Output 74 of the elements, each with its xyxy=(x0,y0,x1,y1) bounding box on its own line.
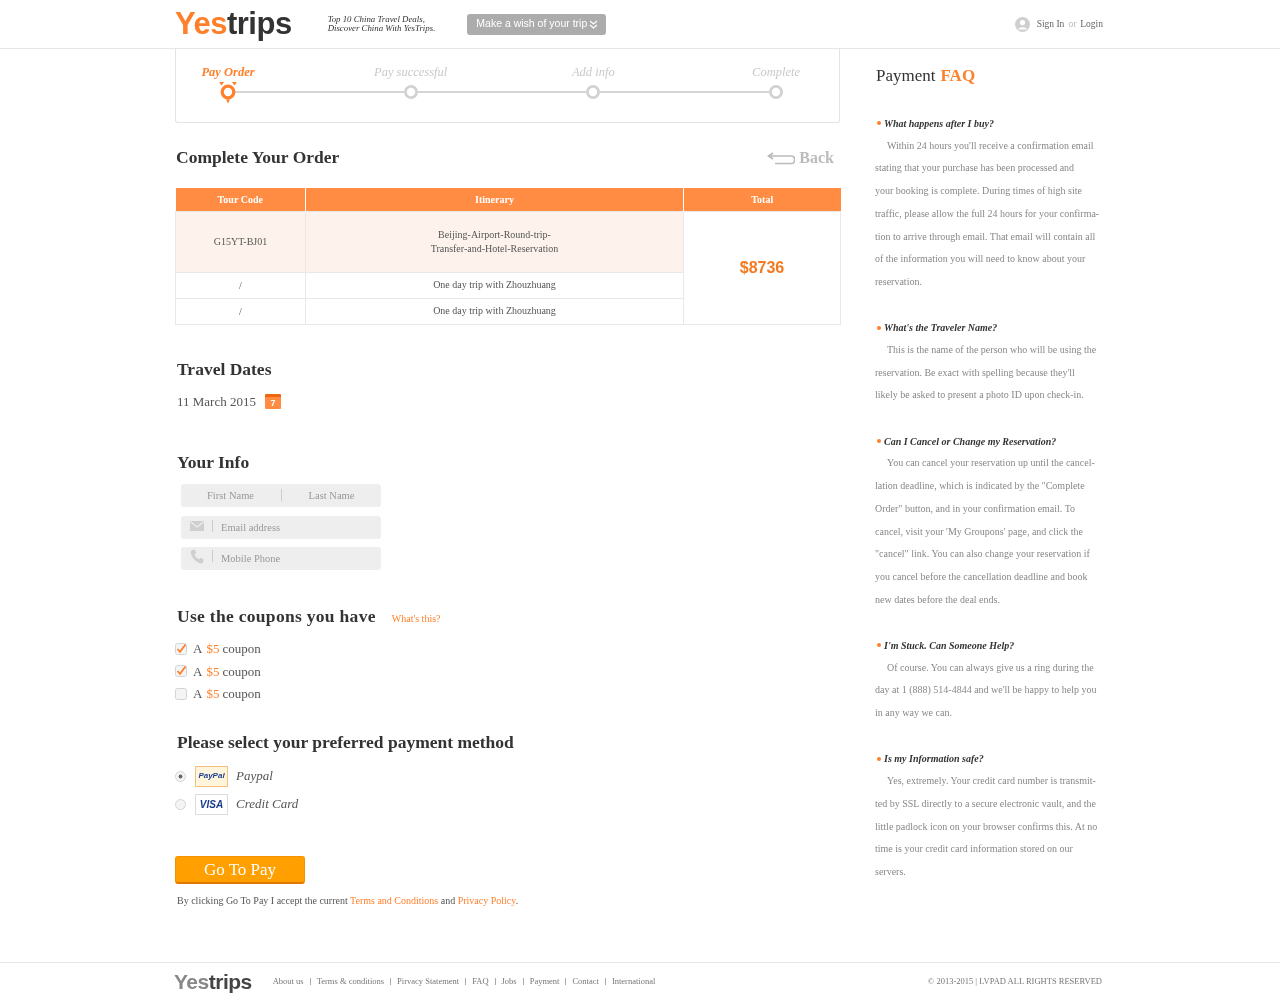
phone-field[interactable]: Mobile Phone xyxy=(181,546,381,570)
table-cell: / xyxy=(175,272,306,298)
first-name-field[interactable]: First Name xyxy=(181,483,280,507)
email-field[interactable]: Email address xyxy=(181,516,381,539)
footer-link[interactable]: FAQ xyxy=(472,975,489,988)
faq-answer: You can cancel your reservation up until the cancel- lation deadline, which is indicated by the "Complete Order" button, and in your confirmation email. To cancel, visit your 'My Groupons' page, and click the "cancel" link. You can also change your reservation if you cancel before the cancellation deadline and book new dates before the deal ends. xyxy=(875,456,1095,607)
table-cell: G15YT-BJ01 xyxy=(175,211,306,272)
table-cell: / xyxy=(175,298,306,324)
faq-title: Payment FAQ xyxy=(876,65,976,87)
faq-answer: Within 24 hours you'll receive a confirmation email stating that your purchase has been processed and your booking is complete. During times of high site traffic, please allow the full 24 hours for your confirma- tion to arrive through email. That email will contain all of the information you will need to know about your reservation. xyxy=(875,138,1100,289)
total-price: $8736 xyxy=(683,211,841,324)
faq-answer: Yes, extremely. Your credit card number is transmit- ted by SSL directly to a secure electronic vault, and the little padlock icon on your browser confirms this. At no time is your credit card information stored on our servers. xyxy=(875,774,1098,880)
radio-button[interactable] xyxy=(175,798,186,810)
faq-question: What happens after I buy? xyxy=(884,116,994,131)
sign-in-link[interactable]: Sign In xyxy=(1036,16,1065,32)
last-name-field[interactable]: Last Name xyxy=(282,483,381,507)
faq-answer: This is the name of the person who will be using the reservation. Be exact with spelling because they'll likely be asked to present a photo ID upon check-in. xyxy=(875,343,1097,403)
payment-logo: PayPal xyxy=(195,765,228,787)
column-header: Tour Code xyxy=(175,188,306,211)
footer-link[interactable]: Jobs xyxy=(501,975,517,988)
coupon-label: A $5 coupon xyxy=(193,640,261,658)
table-cell: One day trip with Zhouzhuang xyxy=(305,298,684,324)
tagline: Top 10 China Travel Deals, Discover China With YesTrips. xyxy=(327,14,436,34)
footer-link[interactable]: Pirvacy Statement xyxy=(397,975,460,988)
faq-question: I'm Stuck. Can Someone Help? xyxy=(884,638,1015,653)
checkbox[interactable] xyxy=(175,665,187,678)
radio-button[interactable] xyxy=(175,770,186,782)
user-icon xyxy=(1014,16,1030,32)
or-text: or xyxy=(1068,17,1077,31)
login-link[interactable]: Login xyxy=(1080,16,1103,32)
phone-icon xyxy=(190,548,204,564)
faq-question: Can I Cancel or Change my Reservation? xyxy=(884,434,1057,449)
bullet-icon xyxy=(877,643,881,648)
coupon-label: A $5 coupon xyxy=(193,662,261,681)
footer-link[interactable]: Terms & conditions xyxy=(316,975,385,988)
travel-date: 11 March 2015 xyxy=(177,392,256,411)
terms-notice: By clicking Go To Pay I accept the current Terms and Conditions and Privacy Policy. xyxy=(177,894,519,908)
checkbox[interactable] xyxy=(175,687,187,700)
faq-question: What's the Traveler Name? xyxy=(884,321,998,336)
section-title: Please select your preferred payment method xyxy=(177,731,515,753)
section-title: Your Info xyxy=(177,450,251,473)
coupon-label: A $5 coupon xyxy=(193,685,261,703)
bullet-icon xyxy=(877,439,881,444)
double-chevron-down-icon xyxy=(589,19,599,29)
section-title: Travel Dates xyxy=(177,357,273,380)
section-title: Complete Your Order xyxy=(176,145,340,168)
bullet-icon xyxy=(877,325,881,330)
notice-link[interactable]: Privacy Policy xyxy=(457,895,516,906)
payment-label: Credit Card xyxy=(236,795,299,814)
back-arrow-icon xyxy=(766,151,796,165)
column-header: Total xyxy=(683,188,841,211)
footer-link[interactable]: Contact xyxy=(572,975,599,988)
column-header: Itinerary xyxy=(305,188,684,211)
site-logo[interactable]: Yestrips xyxy=(175,7,292,41)
payment-logo: VISA xyxy=(195,793,228,815)
table-cell: Beijing-Airport-Round-trip-Transfer-and-Hotel-Reservation xyxy=(305,211,684,272)
notice-link[interactable]: Terms and Conditions xyxy=(350,895,439,906)
faq-answer: Of course. You can always give us a ring during the day at 1 (888) 514-4844 and we'll be happy to help you in any way we can. xyxy=(875,660,1097,721)
copyright-text: © 2013-2015 | LVPAD ALL RIGHTS RESERVED xyxy=(927,975,1102,988)
checkbox[interactable] xyxy=(175,642,187,655)
footer-link[interactable]: Payment xyxy=(529,975,560,988)
help-link[interactable]: What's this? xyxy=(391,610,441,626)
wish-select[interactable]: Make a wish of your trip xyxy=(467,13,607,35)
footer-link[interactable]: International xyxy=(611,975,656,988)
footer-logo[interactable]: Yestrips xyxy=(174,969,252,994)
envelope-icon xyxy=(190,520,204,531)
payment-label: Paypal xyxy=(236,767,273,786)
table-cell: One day trip with Zhouzhuang xyxy=(305,272,684,298)
footer-link[interactable]: About us xyxy=(272,975,304,988)
bullet-icon xyxy=(877,121,881,126)
section-title: Use the coupons you have xyxy=(177,604,376,627)
bullet-icon xyxy=(877,756,881,761)
faq-question: Is my Information safe? xyxy=(884,752,984,767)
step-label: Pay Order xyxy=(201,64,255,80)
